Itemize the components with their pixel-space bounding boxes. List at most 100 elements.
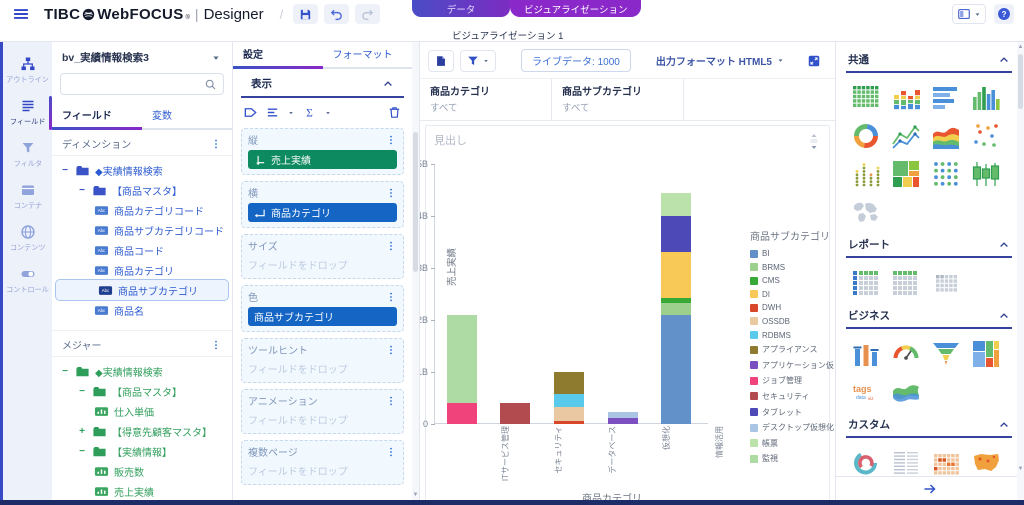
- drop-zone-サイズ[interactable]: サイズ フィールドをドロップ: [241, 234, 404, 279]
- fields-tab-1[interactable]: 変数: [142, 103, 232, 130]
- kebab-menu-icon[interactable]: [385, 134, 397, 146]
- bar-segment[interactable]: [554, 372, 584, 395]
- bar-segment[interactable]: [661, 303, 692, 315]
- bar-segment[interactable]: [661, 314, 692, 424]
- bar-segment[interactable]: [554, 406, 584, 422]
- legend-item[interactable]: OSSDB: [750, 317, 835, 326]
- kebab-menu-icon[interactable]: [210, 138, 222, 150]
- legend-item[interactable]: DWH: [750, 303, 835, 312]
- gallery-scrollbar[interactable]: ▲ ▼: [1017, 42, 1024, 500]
- tree-item[interactable]: − ◆実績情報検索: [52, 361, 232, 381]
- chart-type-dot-plot-icon[interactable]: [846, 155, 886, 193]
- tree-expander[interactable]: −: [77, 446, 87, 457]
- chart-type-radial-progress-icon[interactable]: [846, 444, 886, 476]
- sigma-tool-icon[interactable]: Σ: [302, 105, 317, 120]
- chevron-up-icon[interactable]: [382, 78, 394, 90]
- chevron-up-icon[interactable]: [998, 239, 1010, 251]
- mode-tab-0[interactable]: データ: [412, 0, 510, 17]
- chart-type-bullet-chart-icon[interactable]: [846, 335, 886, 373]
- settings-tab-0[interactable]: 設定: [233, 42, 323, 69]
- field-pill[interactable]: 商品カテゴリ: [248, 203, 397, 222]
- tree-item[interactable]: Abc 商品名: [52, 300, 232, 320]
- chart-type-treemap-icon[interactable]: [886, 155, 926, 193]
- tree-item[interactable]: 販売数: [52, 461, 232, 481]
- filter-prompt[interactable]: 商品サブカテゴリ すべて: [552, 79, 684, 120]
- stacked-bar[interactable]: [500, 403, 531, 424]
- chart-type-streamgraph-icon[interactable]: [886, 373, 926, 411]
- field-pill[interactable]: 売上実績: [248, 150, 397, 169]
- field-search-input[interactable]: [60, 73, 224, 95]
- legend-item[interactable]: タブレット: [750, 407, 835, 418]
- rail-item-container[interactable]: コンテナ: [3, 176, 52, 218]
- rail-item-fields[interactable]: フィールド: [3, 92, 52, 134]
- chart-type-mekko-icon[interactable]: [966, 335, 1006, 373]
- tree-item[interactable]: Abc 商品サブカテゴリ: [55, 279, 229, 301]
- bar-segment[interactable]: [446, 403, 477, 424]
- chart-type-line-chart-icon[interactable]: [886, 117, 926, 155]
- tree-expander[interactable]: −: [60, 165, 70, 176]
- output-format-dropdown[interactable]: 出力フォーマット HTML5: [656, 53, 785, 68]
- chart-type-report-table-icon[interactable]: [846, 264, 886, 302]
- stacked-bar[interactable]: [554, 372, 584, 424]
- settings-tab-1[interactable]: フォーマット: [322, 42, 412, 69]
- legend-item[interactable]: BRMS: [750, 263, 835, 272]
- document-tab[interactable]: ビジュアライゼーション 1: [452, 31, 563, 42]
- mode-tab-1[interactable]: ビジュアライゼーション: [510, 0, 642, 17]
- arrow-right-icon[interactable]: [922, 481, 938, 497]
- legend-item[interactable]: 帳票: [750, 438, 835, 449]
- chart-type-donut-icon[interactable]: [846, 117, 886, 155]
- stacked-bar[interactable]: [607, 412, 638, 424]
- filter-menu-button[interactable]: [460, 49, 496, 72]
- chevron-up-icon[interactable]: [998, 310, 1010, 322]
- tree-expander[interactable]: −: [77, 185, 87, 196]
- chevron-up-icon[interactable]: [998, 419, 1010, 431]
- field-pill[interactable]: 商品サブカテゴリ: [248, 307, 397, 326]
- drop-zone-アニメーション[interactable]: アニメーション フィールドをドロップ: [241, 389, 404, 434]
- chart-type-pivot-table-icon[interactable]: [926, 264, 966, 302]
- help-button[interactable]: ?: [994, 4, 1014, 24]
- legend-item[interactable]: ジョブ管理: [750, 375, 835, 386]
- legend-item[interactable]: デスクトップ仮想化: [750, 422, 835, 433]
- bar-segment[interactable]: [500, 403, 531, 424]
- kebab-menu-icon[interactable]: [385, 291, 397, 303]
- legend-item[interactable]: CMS: [750, 276, 835, 285]
- trash-icon[interactable]: [387, 105, 402, 120]
- kebab-menu-icon[interactable]: [210, 339, 222, 351]
- chart-type-text-table-icon[interactable]: [886, 444, 926, 476]
- tree-item[interactable]: 仕入単価: [52, 401, 232, 421]
- legend-item[interactable]: アプリケーション仮想化: [750, 360, 835, 371]
- bar-segment[interactable]: [446, 314, 477, 404]
- bar-segment[interactable]: [661, 192, 692, 217]
- kebab-menu-icon[interactable]: [385, 187, 397, 199]
- chart-heading-placeholder[interactable]: 見出し: [434, 132, 467, 148]
- caret-down-icon[interactable]: [324, 109, 332, 117]
- legend-item[interactable]: セキュリティ: [750, 391, 835, 402]
- list-tool-icon[interactable]: [265, 105, 280, 120]
- chart-type-area-chart-icon[interactable]: [926, 117, 966, 155]
- hamburger-menu-icon[interactable]: [12, 5, 30, 23]
- drop-zone-複数ページ[interactable]: 複数ページ フィールドをドロップ: [241, 440, 404, 485]
- bar-segment[interactable]: [554, 394, 584, 407]
- tree-item[interactable]: Abc 商品カテゴリコード: [52, 200, 232, 220]
- chart-type-boxplot-icon[interactable]: [966, 155, 1006, 193]
- rail-item-filter[interactable]: フィルタ: [3, 134, 52, 176]
- chart-type-column-chart-icon[interactable]: [966, 79, 1006, 117]
- chart-type-grid-table-icon[interactable]: [886, 264, 926, 302]
- chevron-up-icon[interactable]: [998, 54, 1010, 66]
- stacked-bar[interactable]: [446, 314, 477, 424]
- tree-item[interactable]: − 【商品マスタ】: [52, 381, 232, 401]
- tree-item[interactable]: 売上実績: [52, 481, 232, 500]
- chart-type-data-grid-icon[interactable]: [846, 79, 886, 117]
- tree-item[interactable]: Abc 商品コード: [52, 240, 232, 260]
- kebab-menu-icon[interactable]: [385, 395, 397, 407]
- tree-item[interactable]: Abc 商品カテゴリ: [52, 260, 232, 280]
- chart-type-funnel-chart-icon[interactable]: [926, 335, 966, 373]
- tree-item[interactable]: − 【商品マスタ】: [52, 180, 232, 200]
- data-source-selector[interactable]: bv_実績情報検索3: [52, 42, 232, 71]
- bar-segment[interactable]: [661, 252, 692, 298]
- rail-item-contents[interactable]: コンテンツ: [3, 218, 52, 260]
- kebab-menu-icon[interactable]: [385, 344, 397, 356]
- tree-item[interactable]: Abc 商品サブカテゴリコード: [52, 220, 232, 240]
- legend-item[interactable]: RDBMS: [750, 331, 835, 340]
- stacked-bar[interactable]: [661, 192, 692, 424]
